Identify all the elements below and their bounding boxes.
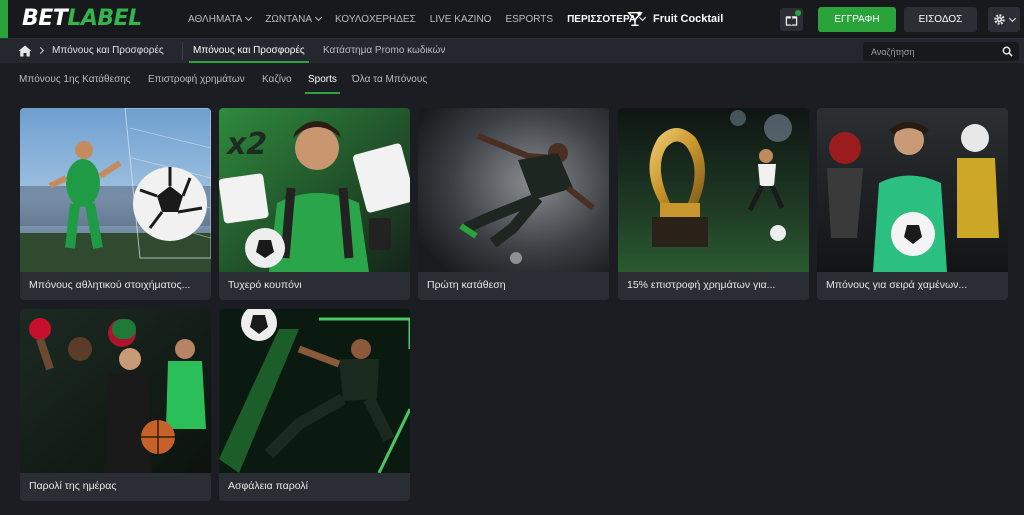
promo-image-football-goal — [20, 108, 211, 272]
tab-first-deposit[interactable]: Μπόνους 1ης Κατάθεσης — [19, 74, 131, 85]
subtab-promo-store[interactable]: Κατάστημα Promo κωδικών — [323, 45, 445, 56]
settings-button[interactable] — [988, 7, 1020, 32]
promo-card[interactable]: Μπόνους αθλητικού στοιχήματος... — [20, 108, 211, 300]
login-button[interactable]: ΕΙΣΟΔΟΣ — [904, 7, 977, 32]
promo-title: Μπόνους αθλητικού στοιχήματος... — [29, 279, 191, 291]
promo-card[interactable]: Μπόνους για σειρά χαμένων... — [817, 108, 1008, 300]
nav-item-sports[interactable]: ΑΘΛΗΜΑΤΑ — [188, 13, 253, 25]
brand-logo-part2: LABEL — [67, 6, 142, 31]
chevron-down-icon — [1008, 14, 1017, 22]
breadcrumb-bar: Μπόνους και Προσφορές Μπόνους και Προσφο… — [0, 38, 1024, 63]
register-button[interactable]: ΕΓΓΡΑΦΗ — [818, 7, 896, 32]
home-icon[interactable] — [18, 45, 32, 57]
featured-game-label: Fruit Cocktail — [653, 13, 724, 25]
svg-text:x2: x2 — [225, 127, 267, 162]
subtab-bonuses[interactable]: Μπόνους και Προσφορές — [189, 45, 309, 63]
chevron-down-icon — [314, 13, 323, 22]
search-box — [863, 42, 1019, 62]
promo-title: Ασφάλεια παρολί — [228, 480, 308, 492]
notification-dot — [795, 10, 801, 16]
promo-card[interactable]: Παρολί της ημέρας — [20, 309, 211, 501]
promo-title: Μπόνους για σειρά χαμένων... — [826, 279, 968, 291]
nav-item-esports[interactable]: ESPORTS — [505, 14, 553, 25]
promo-card[interactable]: Ασφάλεια παρολί — [219, 309, 410, 501]
featured-game-link[interactable]: Fruit Cocktail — [626, 0, 723, 38]
divider — [182, 42, 183, 60]
main-nav: ΑΘΛΗΜΑΤΑ ΖΩΝΤΑΝΑ ΚΟΥΛΟΧΕΡΗΔΕΣ LIVE ΚΑΖΙΝ… — [188, 0, 659, 38]
gear-icon — [994, 14, 1005, 25]
logo-accent-strip — [0, 0, 8, 38]
nav-item-live-casino[interactable]: LIVE ΚΑΖΙΝΟ — [430, 14, 492, 25]
breadcrumb-current: Μπόνους και Προσφορές — [52, 45, 164, 56]
tab-casino[interactable]: Καζίνο — [262, 74, 292, 85]
gift-button[interactable] — [780, 8, 803, 31]
tab-cashback[interactable]: Επιστροφή χρημάτων — [148, 74, 245, 85]
chevron-down-icon — [245, 13, 253, 22]
promo-card[interactable]: 15% επιστροφή χρημάτων για... — [618, 108, 809, 300]
promo-image-fortune-ticket: x2 — [219, 108, 410, 272]
nav-item-slots[interactable]: ΚΟΥΛΟΧΕΡΗΔΕΣ — [335, 14, 416, 25]
promo-title: Πρώτη κατάθεση — [427, 279, 506, 291]
promo-image-bicycle-kick — [418, 108, 609, 272]
promo-image-boxing-basketball — [20, 309, 211, 473]
cocktail-icon — [627, 11, 643, 27]
promo-title: 15% επιστροφή χρημάτων για... — [627, 279, 776, 291]
promo-card[interactable]: Πρώτη κατάθεση — [418, 108, 609, 300]
tab-sports[interactable]: Sports — [305, 74, 340, 94]
brand-logo-part1: BET — [22, 6, 68, 31]
top-bar: BETLABEL ΑΘΛΗΜΑΤΑ ΖΩΝΤΑΝΑ ΚΟΥΛΟΧΕΡΗΔΕΣ L… — [0, 0, 1024, 38]
brand-logo[interactable]: BETLABEL — [22, 6, 142, 31]
promo-image-multi-sport — [817, 108, 1008, 272]
promo-image-neon-kick — [219, 309, 410, 473]
nav-item-live[interactable]: ΖΩΝΤΑΝΑ — [265, 13, 323, 25]
search-input[interactable] — [863, 42, 993, 62]
chevron-right-icon — [36, 46, 45, 55]
search-icon[interactable] — [1002, 46, 1013, 57]
promo-image-trophy — [618, 108, 809, 272]
tab-all-bonuses[interactable]: Όλα τα Μπόνους — [352, 74, 427, 85]
promo-title: Παρολί της ημέρας — [29, 480, 117, 492]
category-tabs: Μπόνους 1ης Κατάθεσης Επιστροφή χρημάτων… — [0, 63, 1024, 95]
promo-title: Τυχερό κουπόνι — [228, 279, 302, 291]
promo-card[interactable]: x2 Τυχερό κουπόνι — [219, 108, 410, 300]
